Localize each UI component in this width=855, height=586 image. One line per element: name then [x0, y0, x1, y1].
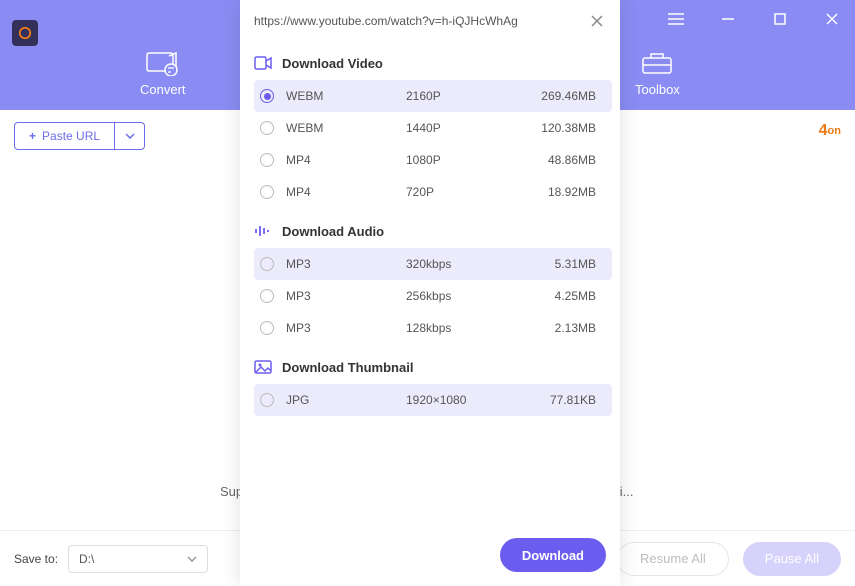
- option-quality: 320kbps: [406, 257, 526, 271]
- section-thumbnail: Download Thumbnail JPG1920×108077.81KB: [254, 350, 612, 416]
- radio-icon[interactable]: [260, 257, 274, 271]
- video-icon: [254, 54, 272, 72]
- option-quality: 128kbps: [406, 321, 526, 335]
- radio-icon[interactable]: [260, 121, 274, 135]
- image-icon: [254, 358, 272, 376]
- save-to-value: D:\: [79, 552, 94, 566]
- save-to-label: Save to:: [14, 552, 58, 566]
- tab-convert[interactable]: Convert: [140, 50, 186, 97]
- option-size: 5.31MB: [526, 257, 606, 271]
- convert-icon: [146, 50, 180, 76]
- tab-toolbox[interactable]: Toolbox: [635, 50, 680, 97]
- paste-url-label: Paste URL: [42, 129, 100, 143]
- option-format: MP3: [286, 321, 406, 335]
- paste-url-button[interactable]: + Paste URL: [14, 122, 115, 150]
- menu-icon[interactable]: [663, 6, 689, 32]
- option-quality: 720P: [406, 185, 526, 199]
- save-to-select[interactable]: D:\: [68, 545, 208, 573]
- section-audio-title: Download Audio: [282, 224, 384, 239]
- section-audio: Download Audio MP3320kbps5.31MBMP3256kbp…: [254, 214, 612, 344]
- option-format: WEBM: [286, 89, 406, 103]
- audio-option-row[interactable]: MP3128kbps2.13MB: [254, 312, 612, 344]
- tab-convert-label: Convert: [140, 82, 186, 97]
- section-video-title: Download Video: [282, 56, 383, 71]
- audio-option-row[interactable]: MP3320kbps5.31MB: [254, 248, 612, 280]
- option-size: 77.81KB: [526, 393, 606, 407]
- option-quality: 2160P: [406, 89, 526, 103]
- promo-badge: 4on: [819, 122, 841, 140]
- app-logo: [12, 20, 38, 46]
- radio-icon[interactable]: [260, 89, 274, 103]
- maximize-icon[interactable]: [767, 6, 793, 32]
- option-format: MP3: [286, 257, 406, 271]
- video-option-row[interactable]: WEBM1440P120.38MB: [254, 112, 612, 144]
- audio-option-row[interactable]: MP3256kbps4.25MB: [254, 280, 612, 312]
- video-option-row[interactable]: MP4720P18.92MB: [254, 176, 612, 208]
- source-url: https://www.youtube.com/watch?v=h-iQJHcW…: [254, 14, 580, 28]
- radio-icon[interactable]: [260, 185, 274, 199]
- download-button-label: Download: [522, 548, 584, 563]
- option-format: MP3: [286, 289, 406, 303]
- option-quality: 1920×1080: [406, 393, 526, 407]
- option-format: JPG: [286, 393, 406, 407]
- download-options-modal: https://www.youtube.com/watch?v=h-iQJHcW…: [240, 0, 620, 586]
- option-size: 18.92MB: [526, 185, 606, 199]
- chevron-down-icon: [187, 556, 197, 562]
- download-button[interactable]: Download: [500, 538, 606, 572]
- radio-icon[interactable]: [260, 321, 274, 335]
- section-video: Download Video WEBM2160P269.46MBWEBM1440…: [254, 46, 612, 208]
- modal-close-button[interactable]: [588, 12, 606, 30]
- audio-icon: [254, 222, 272, 240]
- tab-toolbox-label: Toolbox: [635, 82, 680, 97]
- option-size: 48.86MB: [526, 153, 606, 167]
- chevron-down-icon: [125, 133, 135, 139]
- close-icon[interactable]: [819, 6, 845, 32]
- radio-icon[interactable]: [260, 289, 274, 303]
- option-format: WEBM: [286, 121, 406, 135]
- option-quality: 1080P: [406, 153, 526, 167]
- video-option-row[interactable]: WEBM2160P269.46MB: [254, 80, 612, 112]
- option-size: 4.25MB: [526, 289, 606, 303]
- minimize-icon[interactable]: [715, 6, 741, 32]
- plus-icon: +: [29, 129, 36, 143]
- resume-all-label: Resume All: [640, 551, 706, 566]
- option-quality: 1440P: [406, 121, 526, 135]
- radio-icon[interactable]: [260, 153, 274, 167]
- option-size: 2.13MB: [526, 321, 606, 335]
- option-format: MP4: [286, 185, 406, 199]
- paste-url-dropdown[interactable]: [115, 122, 145, 150]
- radio-icon[interactable]: [260, 393, 274, 407]
- close-icon: [591, 15, 603, 27]
- video-option-row[interactable]: MP41080P48.86MB: [254, 144, 612, 176]
- pause-all-button[interactable]: Pause All: [743, 542, 841, 576]
- resume-all-button[interactable]: Resume All: [617, 542, 729, 576]
- pause-all-label: Pause All: [765, 551, 819, 566]
- thumbnail-option-row[interactable]: JPG1920×108077.81KB: [254, 384, 612, 416]
- option-size: 120.38MB: [526, 121, 606, 135]
- toolbox-icon: [640, 50, 674, 76]
- section-thumbnail-title: Download Thumbnail: [282, 360, 413, 375]
- option-quality: 256kbps: [406, 289, 526, 303]
- option-format: MP4: [286, 153, 406, 167]
- option-size: 269.46MB: [526, 89, 606, 103]
